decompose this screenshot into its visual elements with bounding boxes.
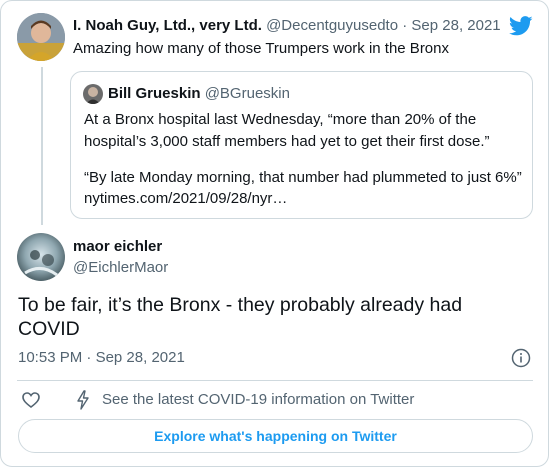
main-tweet-text-line: To be fair, it’s the Bronx - they probab… [18, 294, 463, 316]
quoted-display-name: Bill Grueskin [108, 85, 201, 102]
lightning-icon [75, 390, 91, 410]
avatar-quoted [83, 84, 103, 104]
parent-tweet-text: Amazing how many of those Trumpers work … [73, 40, 449, 57]
quoted-link[interactable]: nytimes.com/2021/09/28/nyr… [84, 190, 287, 207]
main-separator: · [86, 349, 92, 366]
tweet-embed-card: I. Noah Guy, Ltd., very Ltd. @Decentguyu… [0, 0, 549, 467]
quoted-tweet[interactable]: Bill Grueskin @BGrueskin At a Bronx hosp… [70, 71, 533, 219]
heart-icon[interactable] [21, 390, 41, 410]
main-handle[interactable]: @EichlerMaor [73, 259, 168, 276]
parent-separator: · [402, 17, 408, 34]
thread-connector [41, 67, 43, 225]
quoted-handle: @BGrueskin [204, 85, 290, 102]
parent-handle[interactable]: @Decentguyusedto [266, 17, 398, 34]
quoted-text-line: hospital’s 3,000 staff members had yet t… [84, 133, 490, 150]
parent-display-name[interactable]: I. Noah Guy, Ltd., very Ltd. [73, 17, 262, 34]
parent-header: I. Noah Guy, Ltd., very Ltd. @Decentguyu… [73, 17, 501, 34]
explore-button[interactable]: Explore what's happening on Twitter [18, 419, 533, 453]
covid-info-link[interactable]: See the latest COVID-19 information on T… [102, 391, 414, 408]
twitter-bird-icon[interactable] [508, 16, 533, 36]
quoted-text-line: At a Bronx hospital last Wednesday, “mor… [84, 111, 477, 128]
main-date[interactable]: Sep 28, 2021 [96, 349, 185, 366]
avatar-parent[interactable] [17, 13, 65, 61]
divider [17, 380, 533, 381]
parent-date[interactable]: Sep 28, 2021 [411, 17, 500, 34]
main-display-name[interactable]: maor eichler [73, 238, 162, 255]
info-icon[interactable] [511, 348, 531, 368]
quoted-header: Bill Grueskin @BGrueskin [108, 85, 290, 102]
avatar-main[interactable] [17, 233, 65, 281]
main-timestamp[interactable]: 10:53 PM · Sep 28, 2021 [18, 349, 185, 366]
main-time[interactable]: 10:53 PM [18, 349, 82, 366]
quoted-text-line: “By late Monday morning, that number had… [84, 169, 522, 186]
main-tweet-text-line: COVID [18, 318, 80, 340]
